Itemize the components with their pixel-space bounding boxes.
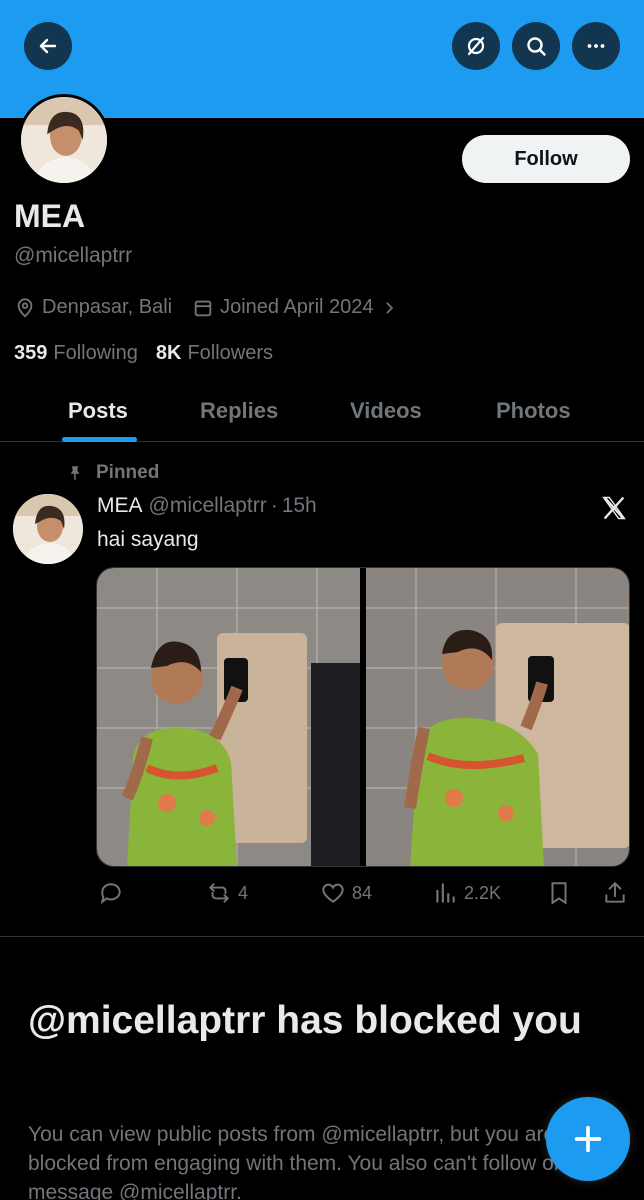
- post-avatar[interactable]: [13, 494, 83, 564]
- calendar-icon: [194, 300, 212, 316]
- repost-button[interactable]: 4: [206, 880, 248, 906]
- photo-image: [366, 568, 629, 866]
- tab-replies[interactable]: Replies: [200, 398, 278, 424]
- share-button[interactable]: [602, 880, 634, 906]
- joined-text: Joined April 2024: [220, 296, 374, 318]
- share-icon: [605, 882, 625, 903]
- view-count: 2.2K: [464, 882, 502, 903]
- pin-icon: [70, 466, 80, 480]
- tab-videos[interactable]: Videos: [350, 398, 422, 424]
- followers-count: 8K: [155, 342, 182, 364]
- grok-button[interactable]: [452, 22, 500, 70]
- active-tab-indicator: [62, 437, 137, 442]
- tab-posts[interactable]: Posts: [68, 398, 128, 424]
- post-photo-1[interactable]: [97, 568, 360, 866]
- compose-button[interactable]: [546, 1097, 630, 1181]
- circle-slash-icon: [467, 36, 485, 56]
- followers-link[interactable]: 8K Followers: [156, 342, 273, 365]
- post-photo-2[interactable]: [366, 568, 629, 866]
- heart-icon: [322, 883, 344, 903]
- profile-tabs: Posts Replies Videos Photos: [0, 380, 644, 442]
- repost-count: 4: [238, 882, 249, 903]
- blocked-description: You can view public posts from @micellap…: [28, 1123, 561, 1200]
- followers-label: Followers: [187, 342, 274, 364]
- reply-button[interactable]: [98, 880, 130, 906]
- profile-name: MEA: [14, 198, 86, 234]
- pinned-label: Pinned: [66, 462, 159, 484]
- post-avatar-photo: [13, 494, 83, 564]
- location-pin-icon: [17, 297, 33, 317]
- joined-date[interactable]: Joined April 2024: [192, 296, 397, 319]
- more-button[interactable]: [572, 22, 620, 70]
- post-separator: ·: [270, 494, 278, 517]
- post-time[interactable]: 15h: [282, 494, 317, 518]
- like-button[interactable]: 84: [320, 880, 372, 906]
- x-logo-icon: [602, 496, 626, 520]
- arrow-left-icon: [39, 38, 57, 54]
- post-media[interactable]: [96, 567, 630, 867]
- follow-button[interactable]: Follow: [462, 135, 630, 183]
- more-horizontal-icon: [587, 44, 605, 48]
- bookmark-icon: [551, 882, 567, 905]
- pinned-text: Pinned: [96, 462, 160, 483]
- following-label: Following: [53, 342, 138, 364]
- bar-chart-icon: [436, 883, 455, 903]
- like-count: 84: [352, 882, 373, 903]
- post-author-name[interactable]: MEA: [97, 494, 143, 518]
- search-icon: [527, 37, 546, 56]
- follow-stats: 359 Following 8K Followers: [14, 342, 291, 365]
- avatar[interactable]: [18, 94, 110, 186]
- search-button[interactable]: [512, 22, 560, 70]
- photo-image: [97, 568, 360, 866]
- profile-meta: Denpasar, Bali Joined April 2024: [14, 296, 418, 319]
- following-link[interactable]: 359 Following: [14, 342, 138, 365]
- post-author-handle[interactable]: @micellaptrr: [149, 494, 267, 518]
- post-actions: 4 84 2.2K: [96, 880, 636, 910]
- blocked-title: @micellaptrr has blocked you: [28, 999, 582, 1042]
- profile-handle: @micellaptrr: [14, 244, 133, 267]
- plus-icon: [574, 1125, 602, 1153]
- tab-photos[interactable]: Photos: [496, 398, 571, 424]
- views-button[interactable]: 2.2K: [432, 880, 501, 906]
- location: Denpasar, Bali: [14, 296, 172, 319]
- following-count: 359: [14, 342, 48, 364]
- chevron-right-icon: [385, 301, 393, 314]
- post-text: hai sayang: [97, 528, 199, 551]
- post-header: MEA @micellaptrr · 15h: [97, 494, 317, 518]
- location-text: Denpasar, Bali: [42, 296, 173, 318]
- repost-icon: [209, 883, 229, 903]
- reply-icon: [100, 883, 121, 905]
- bookmark-button[interactable]: [546, 880, 578, 906]
- section-divider: [0, 936, 644, 937]
- avatar-photo: [21, 97, 107, 183]
- back-button[interactable]: [24, 22, 72, 70]
